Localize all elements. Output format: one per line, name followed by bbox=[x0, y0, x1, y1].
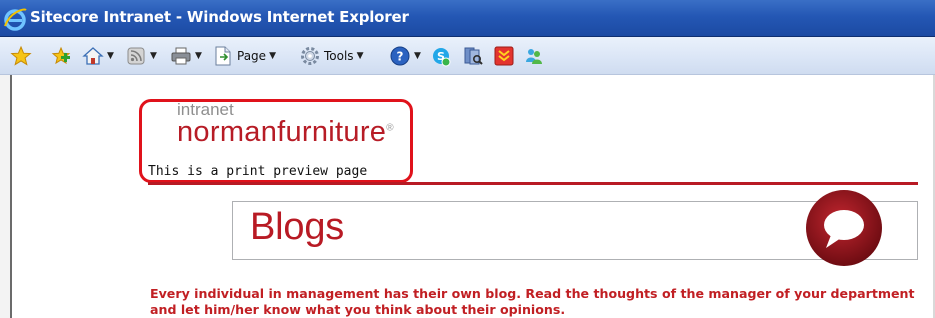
page-title: Blogs bbox=[250, 206, 345, 248]
logo-company-name: normanfurniture® bbox=[177, 116, 394, 149]
home-button[interactable]: ▼ bbox=[82, 45, 114, 67]
print-preview-note: This is a print preview page bbox=[148, 164, 368, 179]
print-icon bbox=[171, 47, 191, 65]
feeds-icon bbox=[127, 47, 145, 65]
print-dropdown-icon[interactable]: ▼ bbox=[195, 51, 202, 61]
skype-button[interactable]: S bbox=[430, 45, 452, 67]
logo-company-name-text: normanfurniture bbox=[177, 116, 387, 148]
svg-text:?: ? bbox=[397, 50, 404, 64]
page-frame-left-edge bbox=[0, 75, 12, 318]
favorites-button[interactable] bbox=[10, 45, 32, 67]
skype-icon: S bbox=[433, 48, 451, 67]
home-icon bbox=[82, 47, 104, 65]
tools-gear-icon bbox=[301, 47, 319, 65]
add-favorite-icon bbox=[51, 46, 71, 65]
window-title: Sitecore Intranet - Windows Internet Exp… bbox=[30, 8, 409, 26]
feeds-button[interactable]: ▼ bbox=[125, 45, 157, 67]
help-icon: ? bbox=[390, 46, 410, 66]
window-title-bar[interactable]: Sitecore Intranet - Windows Internet Exp… bbox=[0, 0, 935, 37]
speech-bubble-icon bbox=[806, 190, 882, 266]
help-button[interactable]: ? ▼ bbox=[389, 45, 421, 67]
download-button[interactable] bbox=[493, 45, 515, 67]
internet-explorer-logo-icon bbox=[4, 8, 27, 31]
favorites-star-icon bbox=[10, 45, 32, 66]
page-menu-dropdown-icon[interactable]: ▼ bbox=[269, 51, 276, 61]
research-icon bbox=[464, 47, 483, 65]
add-favorite-button[interactable] bbox=[50, 45, 72, 67]
page-menu-label: Page bbox=[237, 49, 267, 63]
tools-menu-button[interactable]: Tools ▼ bbox=[299, 45, 363, 67]
tools-dropdown-icon[interactable]: ▼ bbox=[357, 51, 364, 61]
research-button[interactable] bbox=[462, 45, 484, 67]
browser-toolbar: ▼ ▼ ▼ Page ▼ Tools ▼ ? ▼ S bbox=[0, 37, 935, 75]
home-dropdown-icon[interactable]: ▼ bbox=[107, 51, 114, 61]
tools-menu-label: Tools bbox=[324, 49, 354, 63]
download-icon bbox=[494, 46, 514, 66]
messenger-button[interactable] bbox=[523, 45, 545, 67]
messenger-icon bbox=[526, 49, 542, 64]
print-button[interactable]: ▼ bbox=[170, 45, 202, 67]
header-divider bbox=[148, 182, 918, 185]
blogs-description: Every individual in management has their… bbox=[150, 286, 915, 317]
help-dropdown-icon[interactable]: ▼ bbox=[414, 51, 421, 61]
feeds-dropdown-icon[interactable]: ▼ bbox=[150, 51, 157, 61]
logo-registered-mark: ® bbox=[386, 122, 394, 134]
page-menu-button[interactable]: Page ▼ bbox=[212, 45, 276, 67]
page-menu-icon bbox=[215, 46, 231, 66]
